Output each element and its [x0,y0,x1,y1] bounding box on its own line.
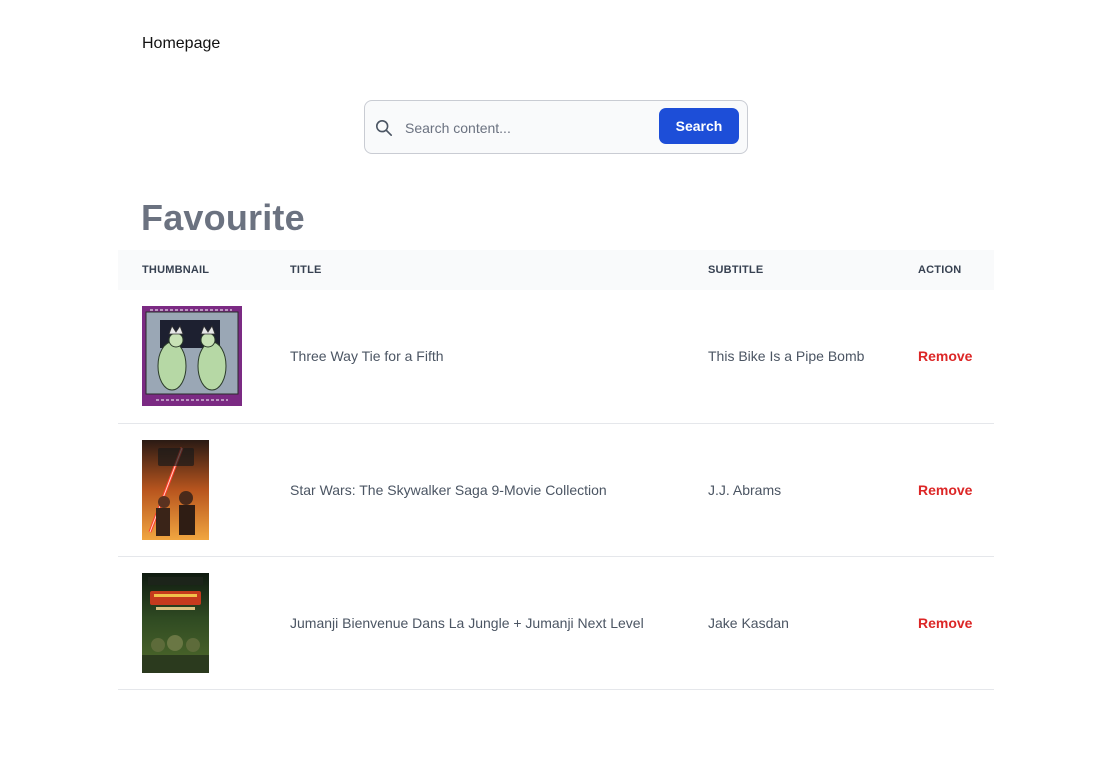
subtitle-cell: This Bike Is a Pipe Bomb [708,348,865,365]
title-cell: Star Wars: The Skywalker Saga 9-Movie Co… [290,481,607,498]
thumbnail-cell [118,423,266,556]
remove-button[interactable]: Remove [918,482,972,498]
header-action: ACTION [918,264,962,276]
thumbnail-cell [118,556,266,689]
movie-poster-image[interactable] [142,572,209,673]
page-title: Favourite [141,197,305,238]
search-button[interactable]: Search [659,108,739,144]
favourites-table: THUMBNAIL TITLE SUBTITLE ACTION Three Wa… [118,250,994,690]
remove-button[interactable]: Remove [918,348,972,364]
title-cell: Jumanji Bienvenue Dans La Jungle + Juman… [290,614,644,631]
homepage-link[interactable]: Homepage [142,34,220,54]
action-cell: Remove [894,423,994,556]
table-row: Jumanji Bienvenue Dans La Jungle + Juman… [118,556,994,689]
table-header-row: THUMBNAIL TITLE SUBTITLE ACTION [118,250,994,290]
header-thumbnail: THUMBNAIL [142,264,210,276]
subtitle-cell: Jake Kasdan [708,614,789,631]
subtitle-cell: J.J. Abrams [708,481,782,498]
action-cell: Remove [894,556,994,689]
album-cover-image[interactable] [142,306,242,407]
header-subtitle: SUBTITLE [708,264,764,276]
search-input[interactable] [405,116,615,140]
title-cell: Three Way Tie for a Fifth [290,348,444,365]
header-title: TITLE [290,264,322,276]
table-row: Star Wars: The Skywalker Saga 9-Movie Co… [118,423,994,556]
remove-button[interactable]: Remove [918,615,972,631]
action-cell: Remove [894,290,994,423]
search-bar: Search [364,100,748,154]
table-row: Three Way Tie for a Fifth This Bike Is a… [118,290,994,423]
search-icon [375,119,393,137]
movie-poster-image[interactable] [142,439,209,540]
thumbnail-cell [118,290,266,423]
